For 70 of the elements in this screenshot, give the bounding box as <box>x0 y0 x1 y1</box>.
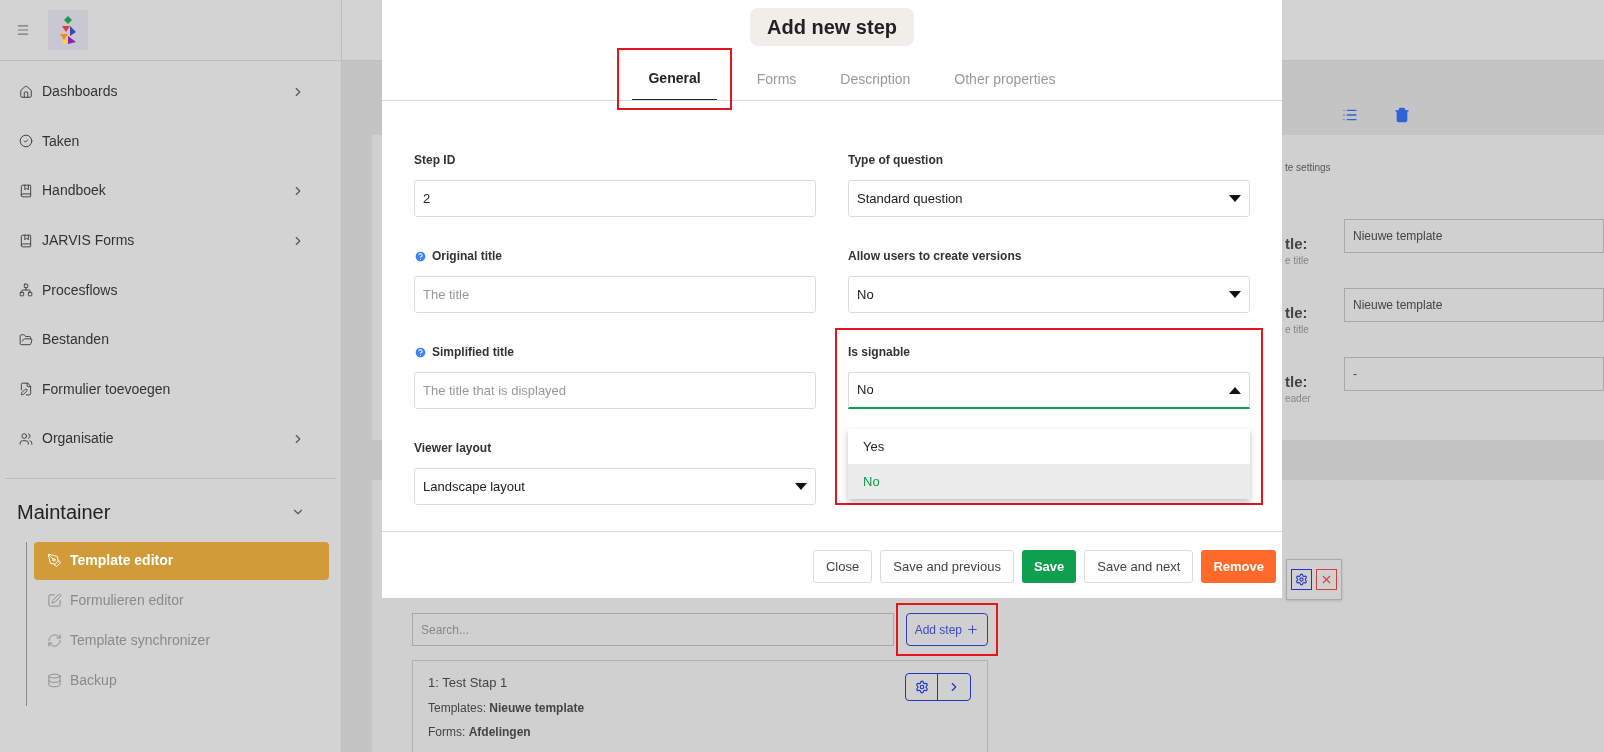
sidebar-item[interactable]: Taken <box>0 116 341 167</box>
select-field[interactable]: No <box>848 276 1250 313</box>
close-icon[interactable] <box>1316 569 1337 590</box>
edit-icon <box>47 593 62 609</box>
check-circle-icon <box>19 134 33 149</box>
text-field[interactable]: - <box>1344 357 1604 391</box>
book-icon <box>19 184 33 198</box>
select-field[interactable]: Landscape layout <box>414 468 816 505</box>
home-icon <box>19 84 33 99</box>
add-step-button[interactable]: Add step <box>905 613 988 646</box>
step-templates: Templates: Nieuwe template <box>428 699 586 717</box>
text-field[interactable]: The title that is displayed <box>414 372 816 409</box>
row-label: tle: <box>1285 235 1309 253</box>
trash-icon[interactable] <box>1394 107 1410 123</box>
settings-text: te settings <box>1285 161 1332 175</box>
help-icon[interactable] <box>414 345 427 359</box>
sidebar-item[interactable]: JARVIS Forms <box>0 215 341 266</box>
sidebar-item[interactable]: Organisatie <box>0 414 341 464</box>
section-header[interactable]: Maintainer <box>0 496 341 527</box>
sync-icon <box>47 633 62 649</box>
field-label: Simplified title <box>432 344 514 361</box>
row-hint: e title <box>1285 323 1310 337</box>
dialog-button[interactable]: Close <box>813 550 873 583</box>
sidebar-item[interactable]: Formulier toevoegen <box>0 364 341 415</box>
list-icon[interactable] <box>1342 107 1358 123</box>
book-icon <box>19 233 33 248</box>
plus-icon <box>966 623 979 636</box>
users-icon <box>19 431 33 446</box>
folder-icon <box>19 332 33 347</box>
menu-icon[interactable] <box>16 23 30 37</box>
select-field[interactable]: Standard question <box>848 180 1250 217</box>
caret-icon <box>795 483 807 490</box>
caret-icon <box>1229 386 1241 394</box>
row-label: tle: <box>1285 304 1309 322</box>
dialog-title: Add new step <box>750 8 914 46</box>
dropdown-option[interactable]: Yes <box>848 429 1250 464</box>
sidebar-item[interactable]: Dashboards <box>0 67 341 117</box>
text-field[interactable]: Nieuwe template <box>1344 219 1604 253</box>
row-label: tle: <box>1285 373 1309 391</box>
field-label: Allow users to create versions <box>848 248 1022 265</box>
row-hint: e title <box>1285 254 1310 268</box>
help-icon[interactable] <box>414 249 427 263</box>
field-label: Step ID <box>414 152 456 169</box>
tab[interactable]: General <box>632 58 717 100</box>
select-field[interactable]: No <box>848 372 1250 409</box>
text-field[interactable]: Nieuwe template <box>1344 288 1604 322</box>
field-label: Original title <box>432 248 502 265</box>
logo-icon[interactable] <box>48 10 88 50</box>
hierarchy-icon <box>19 283 33 298</box>
sidebar-item[interactable]: Bestanden <box>0 314 341 365</box>
dialog-button[interactable]: Save and next <box>1084 550 1194 583</box>
sidebar-item[interactable]: Handboek <box>0 166 341 216</box>
field-label: Viewer layout <box>414 440 492 457</box>
sidebar-item[interactable]: Procesflows <box>0 265 341 315</box>
settings-icon <box>914 680 929 694</box>
text-field[interactable]: 2 <box>414 180 816 217</box>
caret-icon <box>1229 195 1241 202</box>
field-label: Is signable <box>848 344 911 361</box>
step-title: 1: Test Stap 1 <box>428 674 509 692</box>
field-label: Type of question <box>848 152 944 169</box>
step-forms: Forms: Afdelingen <box>428 723 532 741</box>
caret-icon <box>1229 291 1241 298</box>
form-icon <box>19 382 33 397</box>
step-card[interactable]: 1: Test Stap 1 Templates: Nieuwe template Forms: Afdelingen <box>412 660 988 752</box>
pen-icon <box>47 553 62 569</box>
database-icon <box>47 673 62 689</box>
settings-icon[interactable] <box>1291 569 1312 590</box>
text-field[interactable]: The title <box>414 276 816 313</box>
row-hint: eader <box>1285 392 1312 406</box>
dialog-button[interactable]: Save and previous <box>880 550 1014 583</box>
